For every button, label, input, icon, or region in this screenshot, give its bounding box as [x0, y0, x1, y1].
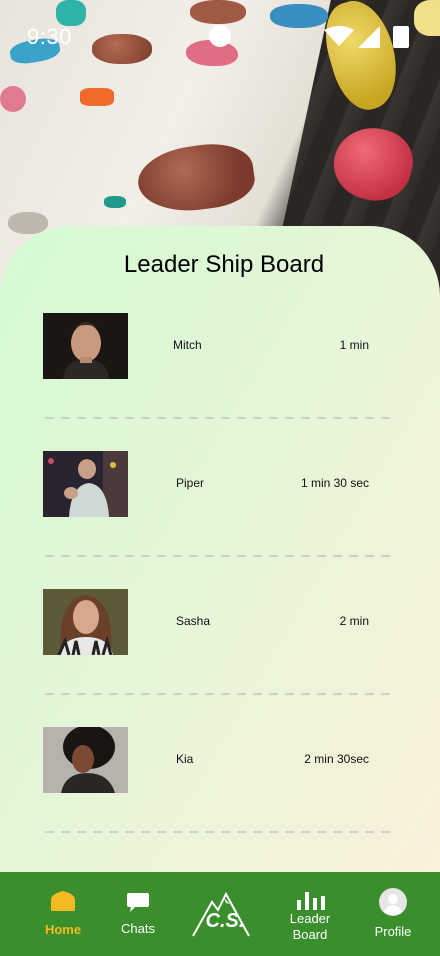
nav-leader-board[interactable]: Leader Board [284, 872, 336, 956]
player-name: Sasha [176, 614, 211, 628]
player-time: 1 min [339, 338, 369, 352]
chat-bubble-icon [127, 893, 149, 912]
avatar [43, 727, 128, 793]
player-time: 2 min [339, 614, 369, 628]
nav-logo[interactable]: C.S. [190, 872, 252, 956]
player-time: 1 min 30 sec [300, 476, 369, 490]
player-name: Kia [176, 752, 194, 766]
nav-profile-label: Profile [374, 924, 412, 939]
profile-avatar-icon [379, 888, 407, 916]
bar-chart-icon [297, 892, 325, 910]
leaderboard-row[interactable]: Sasha 2 min [0, 589, 440, 655]
home-icon [51, 891, 75, 911]
nav-home-label: Home [44, 922, 82, 937]
player-name: Piper [176, 476, 205, 490]
row-divider [45, 831, 397, 833]
bottom-nav: Home Chats C.S. Leader Board Profile [0, 872, 440, 956]
status-bar: 9:30 [0, 0, 440, 72]
player-time: 2 min 30sec [304, 752, 369, 766]
row-divider [45, 555, 397, 557]
app-screen: 9:30 Leader Ship Board Mitch 1 min Piper… [0, 0, 440, 956]
leaderboard-row[interactable]: Mitch 1 min [0, 313, 440, 379]
row-divider [45, 693, 397, 695]
nav-chats[interactable]: Chats [112, 872, 164, 956]
nav-leader-label-1: Leader [289, 911, 331, 926]
avatar [43, 589, 128, 655]
nav-logo-text: C.S. [205, 910, 245, 932]
avatar [43, 451, 128, 517]
leaderboard-row[interactable]: Kia 2 min 30sec [0, 727, 440, 793]
player-name: Mitch [173, 338, 202, 352]
nav-home[interactable]: Home [36, 872, 90, 956]
row-divider [45, 417, 397, 419]
page-title: Leader Ship Board [123, 251, 325, 278]
nav-leader-label-2: Board [292, 927, 328, 942]
nav-profile[interactable]: Profile [366, 872, 420, 956]
leaderboard-row[interactable]: Piper 1 min 30 sec [0, 451, 440, 517]
camera-icon [209, 25, 231, 47]
leaderboard-card: Leader Ship Board Mitch 1 min Piper 1 mi… [0, 226, 440, 886]
status-time: 9:30 [27, 24, 72, 49]
nav-chats-label: Chats [121, 921, 155, 936]
avatar [43, 313, 128, 379]
wifi-icon [324, 26, 354, 46]
battery-icon [393, 26, 409, 48]
signal-icon [358, 26, 380, 48]
